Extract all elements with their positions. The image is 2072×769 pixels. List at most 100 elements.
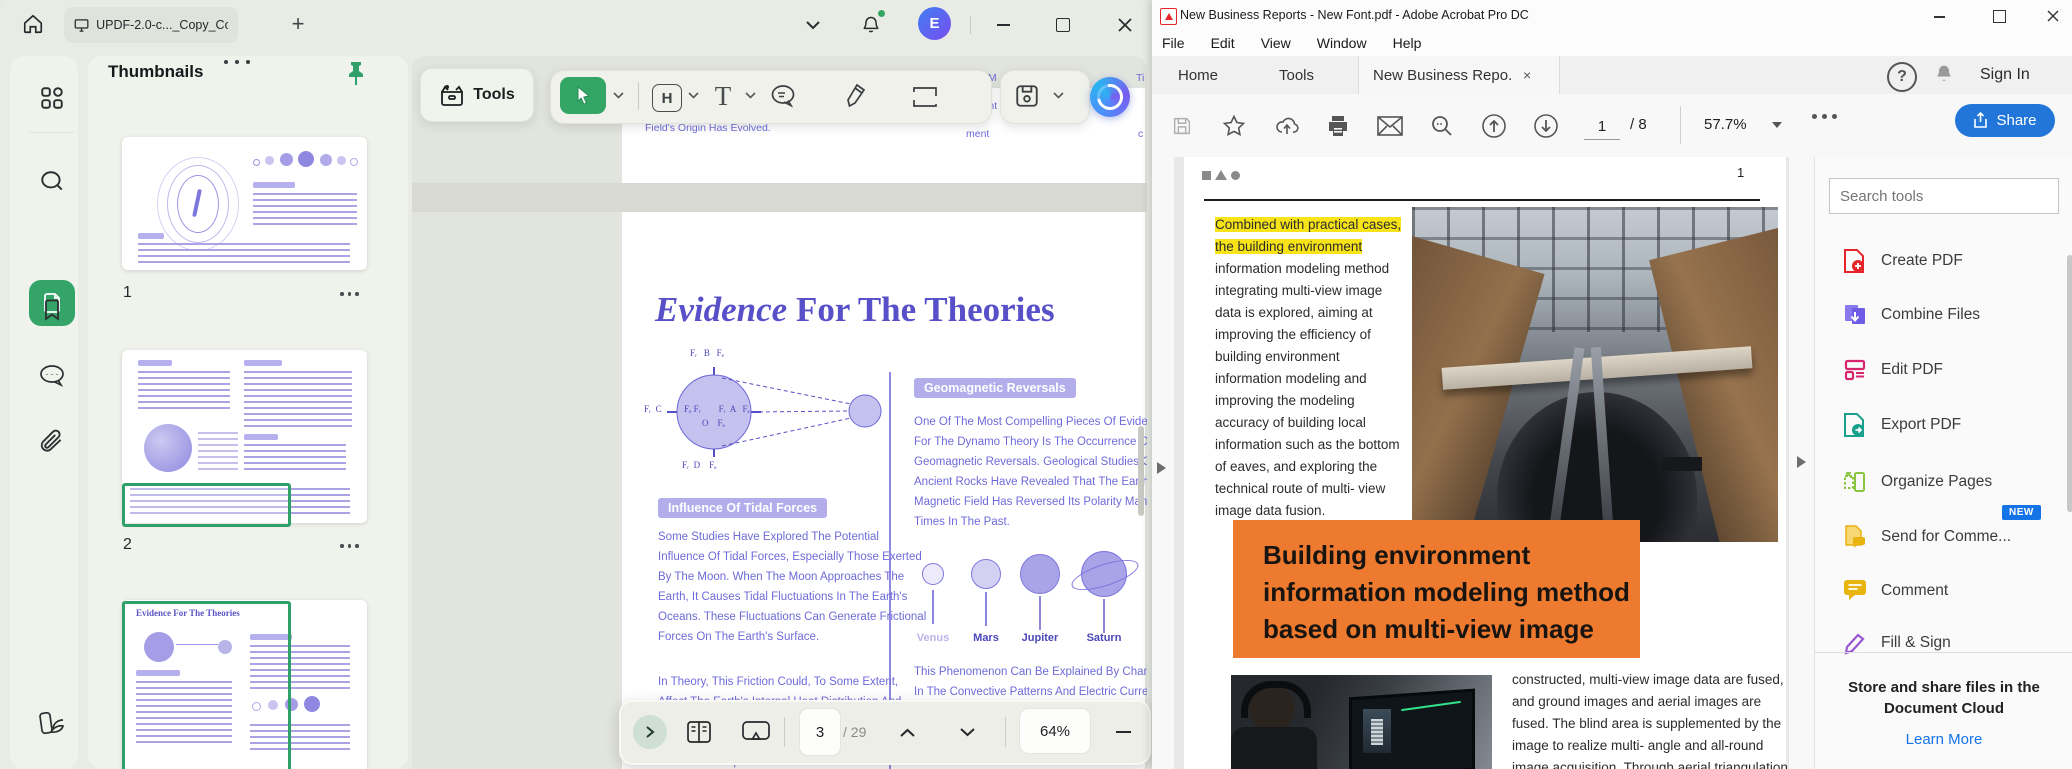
print-button[interactable] [1324, 112, 1352, 140]
tool-export-pdf[interactable]: Export PDF [1815, 403, 2072, 447]
reading-view-button[interactable] [683, 716, 715, 748]
save-button[interactable] [1012, 82, 1042, 110]
chip-influence-tidal-forces: Influence Of Tidal Forces [658, 498, 828, 518]
heading-tool-dropdown[interactable] [688, 92, 699, 99]
acrobat-page-input[interactable] [1584, 113, 1620, 140]
expand-footer-button[interactable] [633, 715, 667, 749]
pen-tool-button[interactable] [840, 80, 870, 112]
previous-view-button[interactable] [1480, 112, 1508, 140]
planet-label: Saturn [1086, 632, 1122, 644]
sidebar-item-stamps[interactable] [36, 708, 68, 740]
tab-home[interactable]: Home [1178, 56, 1218, 94]
next-view-button[interactable] [1532, 112, 1560, 140]
titlebar-chevron-down[interactable] [800, 12, 826, 38]
zoom-out-button[interactable] [1113, 723, 1133, 741]
search-tools-input[interactable] [1829, 178, 2059, 214]
sidebar-item-bookmarks[interactable] [36, 294, 68, 326]
maximize-button[interactable] [1050, 12, 1076, 38]
find-button[interactable] [1428, 112, 1456, 140]
document-cloud-promo: Store and share files in the Document Cl… [1815, 652, 2072, 748]
page-3-selection-box[interactable] [122, 601, 291, 769]
help-button[interactable]: ? [1887, 62, 1917, 92]
tool-organize-pages[interactable]: Organize Pages [1815, 460, 2072, 504]
pdf-text-highlighted: the building environment [1215, 239, 1363, 254]
next-page-button[interactable] [953, 722, 981, 742]
home-button[interactable] [16, 7, 50, 41]
menu-help[interactable]: Help [1393, 35, 1422, 51]
star-button[interactable] [1220, 112, 1248, 140]
sidebar-item-search[interactable] [36, 166, 68, 198]
sidebar-item-apps[interactable] [36, 82, 68, 114]
more-tools-button[interactable] [1812, 114, 1837, 119]
menu-edit[interactable]: Edit [1211, 35, 1235, 51]
headline-line: Building environment [1263, 540, 1531, 570]
tab-tools[interactable]: Tools [1279, 56, 1314, 94]
zoom-level[interactable]: 64% [1019, 708, 1091, 754]
avatar[interactable]: E [918, 7, 951, 40]
acrobat-notifications-button[interactable] [1934, 63, 1954, 85]
tools-button[interactable]: Tools [420, 68, 534, 122]
pdf-text-line: data is explored, aiming at [1215, 305, 1373, 320]
page-1-more-button[interactable] [340, 292, 359, 296]
acrobat-maximize-button[interactable] [1986, 6, 2012, 26]
select-tool-dropdown[interactable] [613, 92, 624, 99]
save-button-disabled[interactable] [1168, 112, 1196, 140]
tool-edit-pdf[interactable]: Edit PDF [1815, 348, 2072, 392]
shape-tool-button[interactable] [910, 84, 940, 110]
sidebar-item-comments[interactable] [36, 360, 68, 392]
select-tool-button-active[interactable] [560, 77, 606, 114]
email-button[interactable] [1376, 112, 1404, 140]
planet-label: Mars [973, 632, 999, 644]
previous-page-button[interactable] [893, 722, 921, 742]
presentation-button[interactable] [739, 716, 773, 748]
comment-tool-button[interactable] [768, 82, 798, 110]
tab-document-active[interactable]: New Business Repo... × [1358, 56, 1560, 94]
tool-combine-files[interactable]: Combine Files [1815, 293, 2072, 337]
panel-drag-handle[interactable] [224, 60, 250, 64]
updf-ai-button[interactable] [1090, 77, 1130, 117]
document-tab[interactable]: UPDF-2.0-c..._Copy_Copy [64, 7, 238, 43]
acrobat-title: New Business Reports - New Font.pdf - Ad… [1180, 8, 1529, 22]
sidebar-item-attachments[interactable] [36, 426, 68, 458]
pdf-text-line: image to realize multi- angle and all-ro… [1512, 738, 1764, 753]
pin-panel-button[interactable] [344, 60, 368, 86]
page-number-input[interactable] [799, 708, 841, 756]
thumb2-text-lines [138, 371, 230, 411]
upload-cloud-button[interactable] [1273, 112, 1301, 140]
new-tab-button[interactable]: + [286, 12, 310, 36]
tool-create-pdf[interactable]: Create PDF [1815, 239, 2072, 283]
comment-bubble-icon [40, 365, 64, 388]
expand-nav-pane-arrow[interactable] [1157, 462, 1166, 474]
acrobat-minimize-button[interactable] [1926, 9, 1952, 25]
tool-comment[interactable]: Comment [1815, 569, 2072, 613]
tab-close-icon[interactable]: × [1523, 67, 1531, 83]
tool-send-for-comments[interactable]: Send for Comme... [1815, 515, 2072, 559]
learn-more-link[interactable]: Learn More [1815, 731, 2072, 748]
page-2-more-button[interactable] [340, 544, 359, 548]
heading-tool-button[interactable]: H [652, 84, 682, 112]
sign-in-button[interactable]: Sign In [1980, 56, 2030, 94]
pdf-text-highlighted: Combined with practical cases, [1215, 217, 1402, 232]
acrobat-tools-panel: Create PDF Combine Files Edit PDF Export… [1814, 157, 2072, 769]
updf-doc-scrollbar[interactable] [1138, 426, 1144, 516]
send-for-comments-icon [1843, 525, 1865, 549]
zoom-dropdown-caret[interactable] [1772, 122, 1782, 128]
menu-file[interactable]: File [1162, 35, 1185, 51]
close-button[interactable] [1112, 12, 1138, 38]
text-tool-button[interactable]: T [708, 80, 738, 112]
toolbar-divider [1680, 106, 1681, 144]
collapse-tools-pane-arrow[interactable] [1797, 456, 1806, 468]
text-tool-dropdown[interactable] [745, 92, 756, 99]
menu-view[interactable]: View [1261, 35, 1291, 51]
thumbnail-page-1[interactable] [122, 137, 367, 270]
acrobat-zoom-level[interactable]: 57.7% [1704, 116, 1747, 133]
save-dropdown[interactable] [1053, 92, 1064, 99]
minimize-button[interactable] [990, 12, 1016, 38]
tools-panel-scrollbar[interactable] [2067, 255, 2072, 512]
pdf-text-line: fused. The blind area is supplemented by… [1512, 716, 1782, 731]
notifications-button[interactable] [858, 10, 885, 38]
page-2-selection-box[interactable] [122, 483, 291, 527]
share-button[interactable]: Share [1955, 104, 2055, 137]
menu-window[interactable]: Window [1317, 35, 1367, 51]
acrobat-close-button[interactable] [2040, 6, 2066, 26]
